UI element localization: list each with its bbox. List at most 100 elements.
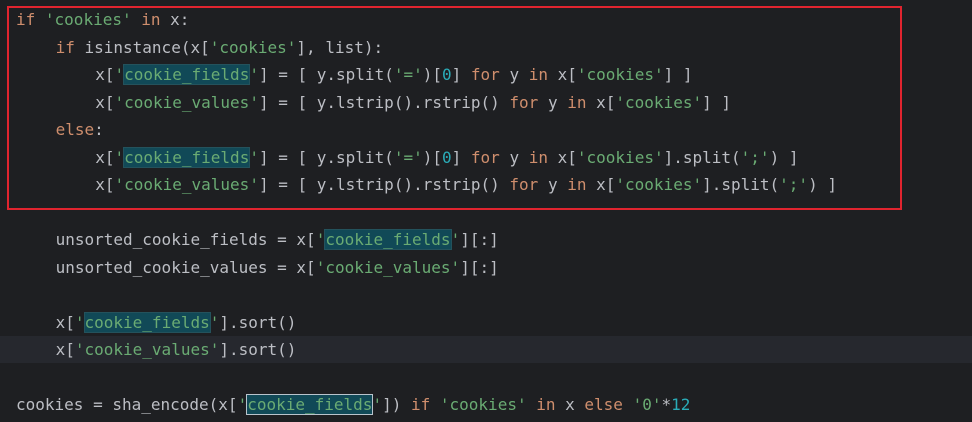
code-token: ][:] [460,230,499,249]
code-token: y [499,147,529,167]
code-token: x: [160,10,190,29]
code-token: : [94,120,104,139]
code-token: in [567,92,587,112]
code-token: ' [315,230,326,249]
code-line[interactable] [0,364,972,391]
code-token: ], list): [296,37,384,57]
code-token: for [470,65,500,84]
code-line[interactable]: cookies = sha_encode(x['cookie_fields'])… [0,391,972,418]
code-token: 'cookie_values' [114,92,259,112]
code-token: 'cookie_values' [315,257,461,277]
code-token: ].split( [702,175,780,194]
code-token: ] ] [702,92,731,112]
code-token: ] = [ y.lstrip().rstrip() [258,175,510,194]
code-token: ].sort() [219,312,297,332]
code-line[interactable]: unsorted_cookie_values = x['cookie_value… [0,254,972,281]
code-token: ' [450,230,461,249]
search-match: cookie_fields [324,229,452,250]
code-token: x[ [547,65,577,84]
code-token: y [538,175,568,194]
code-token: ' [74,312,85,332]
code-token: else [55,120,95,139]
code-token: ] ] [663,65,693,84]
code-token: x [555,395,585,414]
code-token: unsorted_cookie_values = x[ [55,257,316,277]
code-line[interactable] [0,281,972,308]
code-token: ' [249,65,259,84]
code-line[interactable]: x['cookie_values'] = [ y.lstrip().rstrip… [0,89,972,116]
code-token: ';' [740,147,770,167]
code-line[interactable]: x['cookie_values'].sort() [0,336,972,363]
code-token: ' [237,395,248,414]
code-token: for [509,92,539,112]
code-token: ' [114,65,125,84]
code-line[interactable]: else: [0,116,972,143]
code-line[interactable]: unsorted_cookie_fields = x['cookie_field… [0,226,972,253]
search-match: cookie_fields [83,311,211,333]
code-token: x[ [586,175,616,194]
code-token: ].sort() [219,340,297,359]
code-token: for [470,147,500,167]
code-token: else [584,395,623,414]
code-token: in [141,10,161,29]
code-token: in [536,395,556,414]
code-token: ][:] [460,257,499,277]
code-token: ] = [ y.split( [258,147,394,167]
code-token: 0 [442,147,452,167]
code-editor[interactable]: if 'cookies' in x: if isinstance(x['cooki… [0,0,972,422]
code-token: if [410,395,431,414]
code-token: 12 [671,395,691,414]
code-token: ) ] [808,175,837,194]
code-token: for [509,175,539,194]
code-token: unsorted_cookie_fields = x[ [55,230,316,249]
search-match: cookie_fields [246,394,374,415]
code-token: 'cookie_values' [74,340,220,359]
code-token: ) ] [769,147,799,167]
code-token: x[ [95,147,115,167]
code-token: x[ [586,92,616,112]
code-token: y [499,65,529,84]
code-token: x[ [95,65,115,84]
code-token: cookies = sha_encode(x[ [16,395,238,414]
code-token: 'cookies' [209,37,297,57]
code-token: 'cookies' [615,175,703,194]
code-token: in [567,175,587,194]
code-token: 'cookies' [576,65,664,84]
code-token: ] [451,65,471,84]
code-token: ]) [382,395,411,414]
code-line[interactable]: x[ 'cookie_values'] = [ y.lstrip().rstrip… [0,171,972,198]
code-line[interactable]: if isinstance(x['cookies'], list): [0,34,972,61]
code-token: 'cookies' [44,10,132,29]
code-token: ' [372,395,383,414]
code-token: '0' [632,395,662,414]
code-token: ] [451,147,471,167]
code-token: )[ [422,65,442,84]
code-line[interactable]: x['cookie_fields'] = [ y.split('=')[0] f… [0,144,972,171]
code-line[interactable]: x['cookie_fields'].sort() [0,309,972,336]
code-token: 'cookie_values' [114,175,259,194]
code-token: ' [114,147,125,167]
search-match: cookie_fields [123,64,251,85]
code-token: )[ [422,147,442,167]
code-token: x[ [95,92,115,112]
code-token: x[ [547,147,577,167]
code-token: ] = [ y.split( [258,65,394,84]
code-line[interactable]: x['cookie_fields'] = [ y.split('=')[0] f… [0,61,972,88]
code-token: 'cookies' [439,395,527,414]
code-token: * [661,395,672,414]
code-token: isinstance(x[ [74,37,210,57]
code-line[interactable] [0,199,972,226]
code-token: ' [249,147,259,167]
code-token: in [528,147,548,167]
code-line[interactable]: if 'cookies' in x: [0,6,972,33]
code-token: x[ [55,340,75,359]
code-token: ].split( [663,147,741,167]
code-token: ' [209,312,220,332]
code-token: 'cookies' [615,92,703,112]
code-token: ';' [779,175,809,194]
